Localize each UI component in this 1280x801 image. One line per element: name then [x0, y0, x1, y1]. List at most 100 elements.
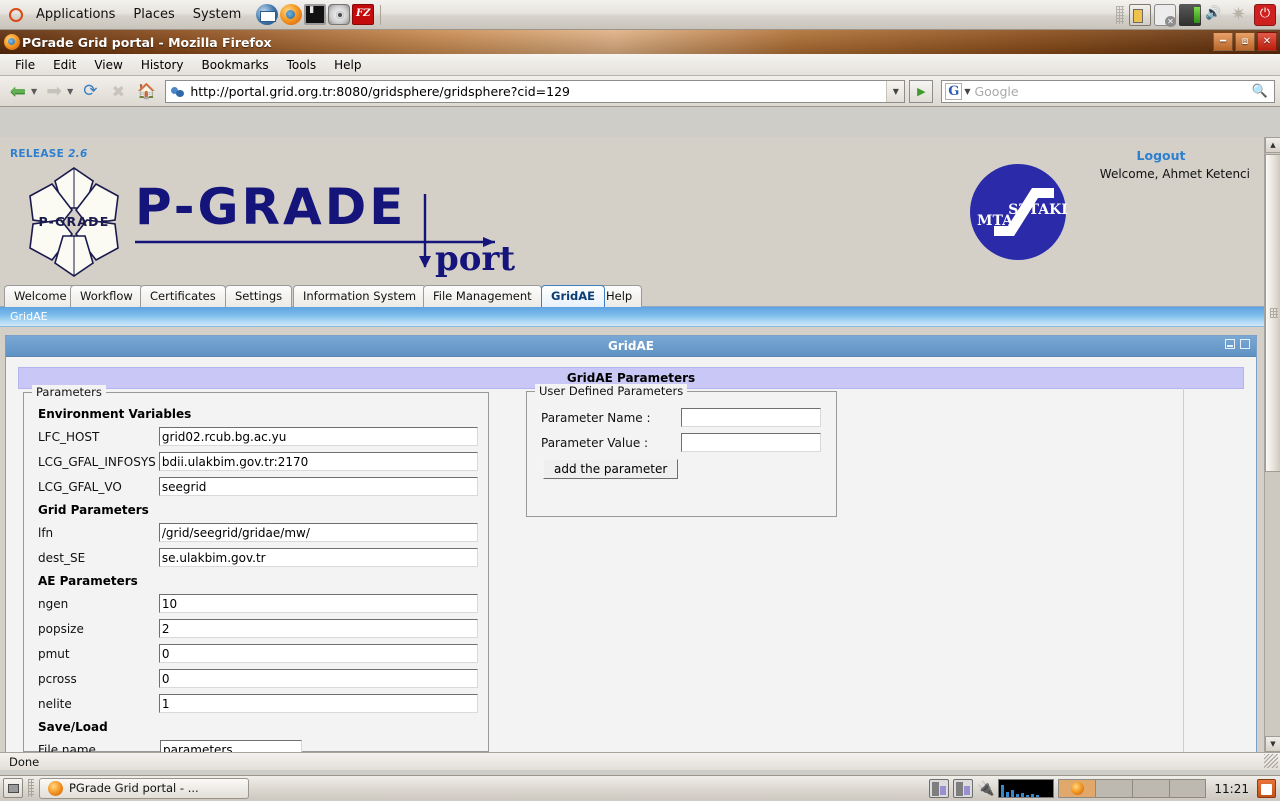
- input-parameter-name[interactable]: [681, 408, 821, 427]
- forward-dropdown-icon[interactable]: ▼: [67, 87, 73, 96]
- panel-grip[interactable]: [1116, 6, 1124, 24]
- home-button[interactable]: 🏠: [133, 79, 159, 104]
- menu-tools[interactable]: Tools: [278, 56, 326, 74]
- tab-certificates[interactable]: Certificates: [140, 285, 226, 307]
- portlet-titlebar: GridAE: [6, 336, 1256, 357]
- trash-icon[interactable]: [1257, 779, 1276, 798]
- workspace-1[interactable]: [1059, 780, 1097, 797]
- user-defined-parameters-fieldset: User Defined Parameters Parameter Name :…: [526, 384, 837, 517]
- gnome-top-panel: Applications Places System: [0, 0, 1280, 30]
- input-lfn[interactable]: [158, 523, 478, 542]
- input-lcg-gfal-infosys[interactable]: [158, 452, 478, 471]
- tab-gridae[interactable]: GridAE: [541, 285, 606, 307]
- disc-burner-icon[interactable]: [328, 4, 351, 25]
- sub-tab-gridae[interactable]: GridAE: [0, 307, 1264, 327]
- minimize-icon[interactable]: [1225, 339, 1235, 349]
- site-favicon-icon: [171, 85, 185, 98]
- scrollbar-thumb[interactable]: [1265, 154, 1280, 472]
- search-icon[interactable]: 🔍: [1252, 84, 1268, 99]
- input-pcross[interactable]: [158, 669, 478, 688]
- back-button[interactable]: ⬅: [5, 79, 31, 104]
- workspace-2[interactable]: [1096, 780, 1133, 797]
- label-nelite: nelite: [38, 696, 72, 711]
- workspace-4[interactable]: [1170, 780, 1206, 797]
- input-nelite[interactable]: [158, 694, 478, 713]
- ubuntu-logo-icon[interactable]: [7, 6, 25, 24]
- search-input[interactable]: Google: [974, 84, 1251, 99]
- input-lfc-host[interactable]: [158, 427, 478, 446]
- tab-information-system[interactable]: Information System: [293, 285, 427, 307]
- workspace-switcher[interactable]: [1058, 779, 1207, 798]
- power-icon[interactable]: [1254, 4, 1276, 26]
- input-parameter-value[interactable]: [681, 433, 821, 452]
- forward-button[interactable]: ➡: [41, 79, 67, 104]
- input-pmut[interactable]: [158, 644, 478, 663]
- search-bar[interactable]: G ▼ Google 🔍: [941, 79, 1275, 103]
- input-file-name[interactable]: [160, 740, 302, 752]
- add-the-parameter-button[interactable]: add the parameter: [543, 459, 679, 479]
- battery-icon[interactable]: [1129, 4, 1151, 26]
- logout-link[interactable]: Logout: [1086, 148, 1236, 163]
- tab-workflow[interactable]: Workflow: [70, 285, 143, 307]
- network-icon[interactable]: [1179, 4, 1201, 26]
- search-engine-icon[interactable]: G: [945, 82, 963, 100]
- scroll-down-arrow-icon[interactable]: ▼: [1265, 736, 1280, 752]
- menu-help[interactable]: Help: [325, 56, 370, 74]
- network-graph-icon[interactable]: [998, 779, 1055, 798]
- message-icon[interactable]: [1154, 4, 1176, 27]
- menu-bar: File Edit View History Bookmarks Tools H…: [0, 54, 1280, 76]
- close-button[interactable]: ✕: [1257, 32, 1277, 51]
- pgrade-hex-logo: P-GRADE: [27, 164, 122, 280]
- page-scrollbar[interactable]: ▲ ▼: [1264, 137, 1280, 752]
- menu-bookmarks[interactable]: Bookmarks: [193, 56, 278, 74]
- scroll-up-arrow-icon[interactable]: ▲: [1265, 137, 1280, 153]
- menu-history[interactable]: History: [132, 56, 193, 74]
- taskbar-item-firefox[interactable]: PGrade Grid portal - ...: [39, 777, 249, 799]
- url-text: http://portal.grid.org.tr:8080/gridspher…: [190, 83, 570, 99]
- window-titlebar[interactable]: PGrade Grid portal - Mozilla Firefox ━ ⧈…: [0, 30, 1280, 54]
- input-lcg-gfal-vo[interactable]: [158, 477, 478, 496]
- gear-icon[interactable]: [1229, 4, 1251, 26]
- label-parameter-value: Parameter Value :: [541, 435, 649, 450]
- restore-button[interactable]: ⧈: [1235, 32, 1255, 51]
- search-engine-dropdown-icon[interactable]: ▼: [964, 87, 970, 96]
- clock[interactable]: 11:21: [1210, 782, 1253, 796]
- svg-text:SZTAKI: SZTAKI: [1008, 202, 1068, 218]
- tab-welcome[interactable]: Welcome: [4, 285, 77, 307]
- input-ngen[interactable]: [158, 594, 478, 613]
- menu-view[interactable]: View: [85, 56, 131, 74]
- terminal-icon[interactable]: [304, 4, 327, 25]
- menu-applications[interactable]: Applications: [27, 1, 124, 29]
- power-plug-icon[interactable]: 🔌: [977, 781, 994, 797]
- input-popsize[interactable]: [158, 619, 478, 638]
- show-desktop-icon[interactable]: [3, 778, 23, 798]
- tasklist-grip[interactable]: [28, 779, 34, 797]
- stop-button[interactable]: ✖: [105, 79, 131, 104]
- workspace-3[interactable]: [1133, 780, 1170, 797]
- menu-system[interactable]: System: [184, 1, 250, 29]
- resize-grip[interactable]: [1264, 754, 1278, 768]
- menu-edit[interactable]: Edit: [44, 56, 85, 74]
- gridae-portlet: GridAE GridAE Parameters Parameters Envi…: [5, 335, 1257, 752]
- maximize-icon[interactable]: [1240, 339, 1250, 349]
- release-label: RELEASE 2.6: [10, 148, 88, 160]
- back-dropdown-icon[interactable]: ▼: [31, 87, 37, 96]
- reload-button[interactable]: ⟳: [77, 79, 103, 104]
- input-dest-se[interactable]: [158, 548, 478, 567]
- minimize-button[interactable]: ━: [1213, 32, 1233, 51]
- volume-icon[interactable]: [1204, 4, 1226, 26]
- tab-file-management[interactable]: File Management: [423, 285, 542, 307]
- tab-settings[interactable]: Settings: [225, 285, 293, 307]
- filezilla-icon[interactable]: [352, 4, 375, 25]
- cpu-monitor-icon[interactable]: [928, 779, 949, 798]
- go-button[interactable]: ▶: [909, 79, 934, 103]
- firefox-icon[interactable]: [280, 4, 303, 25]
- address-bar[interactable]: http://portal.grid.org.tr:8080/gridspher…: [165, 79, 906, 103]
- field-row: Parameter Value :: [541, 433, 821, 452]
- cpu-monitor-icon[interactable]: [952, 779, 973, 798]
- menu-places[interactable]: Places: [124, 1, 183, 29]
- url-dropdown-icon[interactable]: ▼: [886, 80, 905, 102]
- label-ngen: ngen: [38, 596, 69, 611]
- thunderbird-icon[interactable]: [256, 4, 279, 25]
- menu-file[interactable]: File: [6, 56, 44, 74]
